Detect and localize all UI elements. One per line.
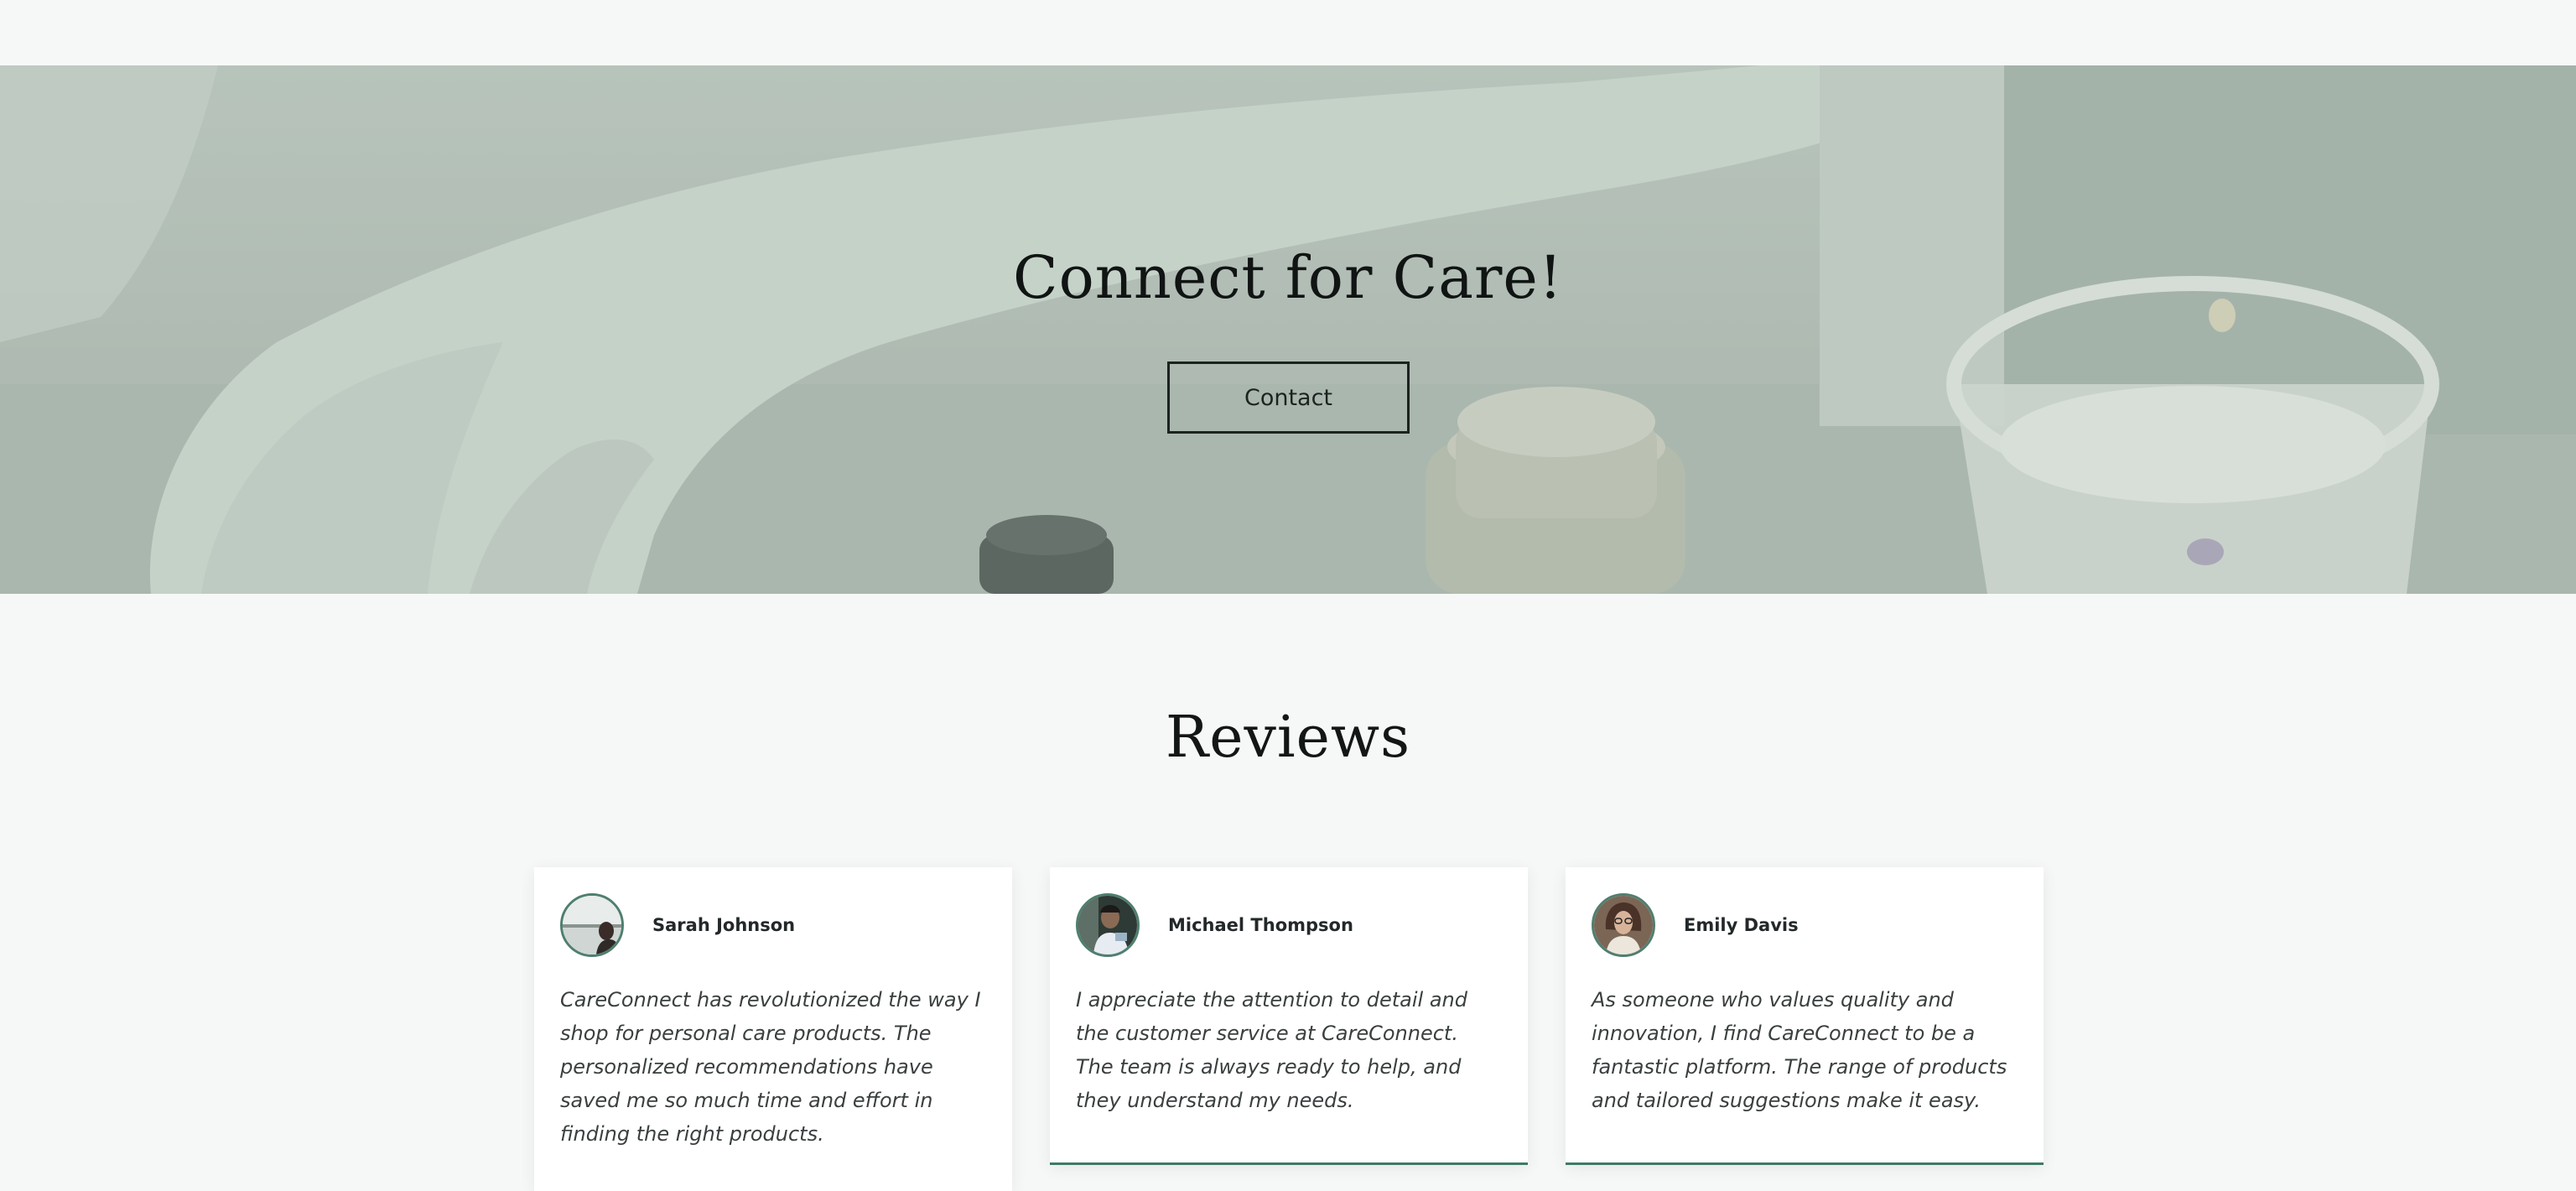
review-card: Emily Davis As someone who values qualit…	[1566, 867, 2044, 1165]
hero-title: Connect for Care!	[1013, 243, 1563, 312]
review-card: Sarah Johnson CareConnect has revolution…	[534, 867, 1012, 1191]
contact-button[interactable]: Contact	[1167, 361, 1410, 434]
avatar	[1592, 893, 1655, 957]
avatar	[560, 893, 624, 957]
review-text: As someone who values quality and innova…	[1592, 988, 2007, 1112]
reviewer-name: Emily Davis	[1684, 915, 1799, 935]
top-spacer	[0, 0, 2576, 65]
review-card-header: Michael Thompson	[1076, 892, 1502, 958]
hero-background-image	[0, 65, 2576, 594]
avatar	[1076, 893, 1140, 957]
review-text: I appreciate the attention to detail and…	[1076, 988, 1467, 1112]
reviewer-name: Sarah Johnson	[652, 915, 796, 935]
review-card-header: Sarah Johnson	[560, 892, 986, 958]
review-text: CareConnect has revolutionized the way I…	[560, 988, 981, 1146]
review-card: Michael Thompson I appreciate the attent…	[1050, 867, 1528, 1165]
review-card-header: Emily Davis	[1592, 892, 2018, 958]
hero-banner: Connect for Care! Contact	[0, 65, 2576, 594]
reviews-title: Reviews	[1166, 705, 1410, 771]
reviewer-name: Michael Thompson	[1168, 915, 1353, 935]
